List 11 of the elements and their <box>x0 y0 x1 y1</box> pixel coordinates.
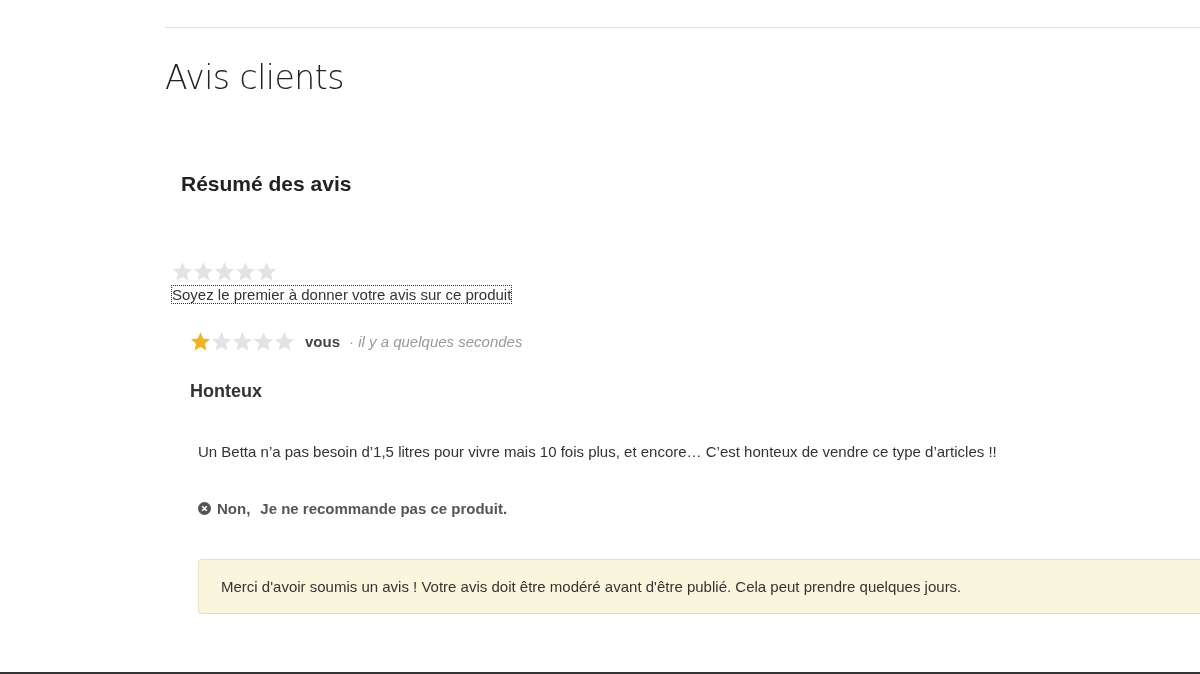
review-time: · il y a quelques secondes <box>349 333 523 350</box>
filled-star-icon <box>190 331 211 352</box>
page-title: Avis clients <box>165 58 345 97</box>
review-link[interactable]: Soyez le premier à donner votre avis sur ce produit <box>172 286 512 303</box>
review-title: Honteux <box>190 381 263 402</box>
notice-message: Merci d'avoir soumis un avis ! Votre avis doit être modéré avant d'être publié. Cela peut prendre quelques jours. <box>198 559 1200 614</box>
recommend-text: Je ne recommande pas ce produit. <box>260 500 508 517</box>
section-heading: Résumé des avis <box>181 172 353 196</box>
review-author: vous <box>305 333 340 350</box>
recommend-answer: Non, <box>217 500 251 517</box>
review-text: Un Betta n’a pas besoin d’1,5 litres pour vivre mais 10 fois plus, et encore… C’est honteux de vendre ce type d’articles !! <box>198 443 998 460</box>
